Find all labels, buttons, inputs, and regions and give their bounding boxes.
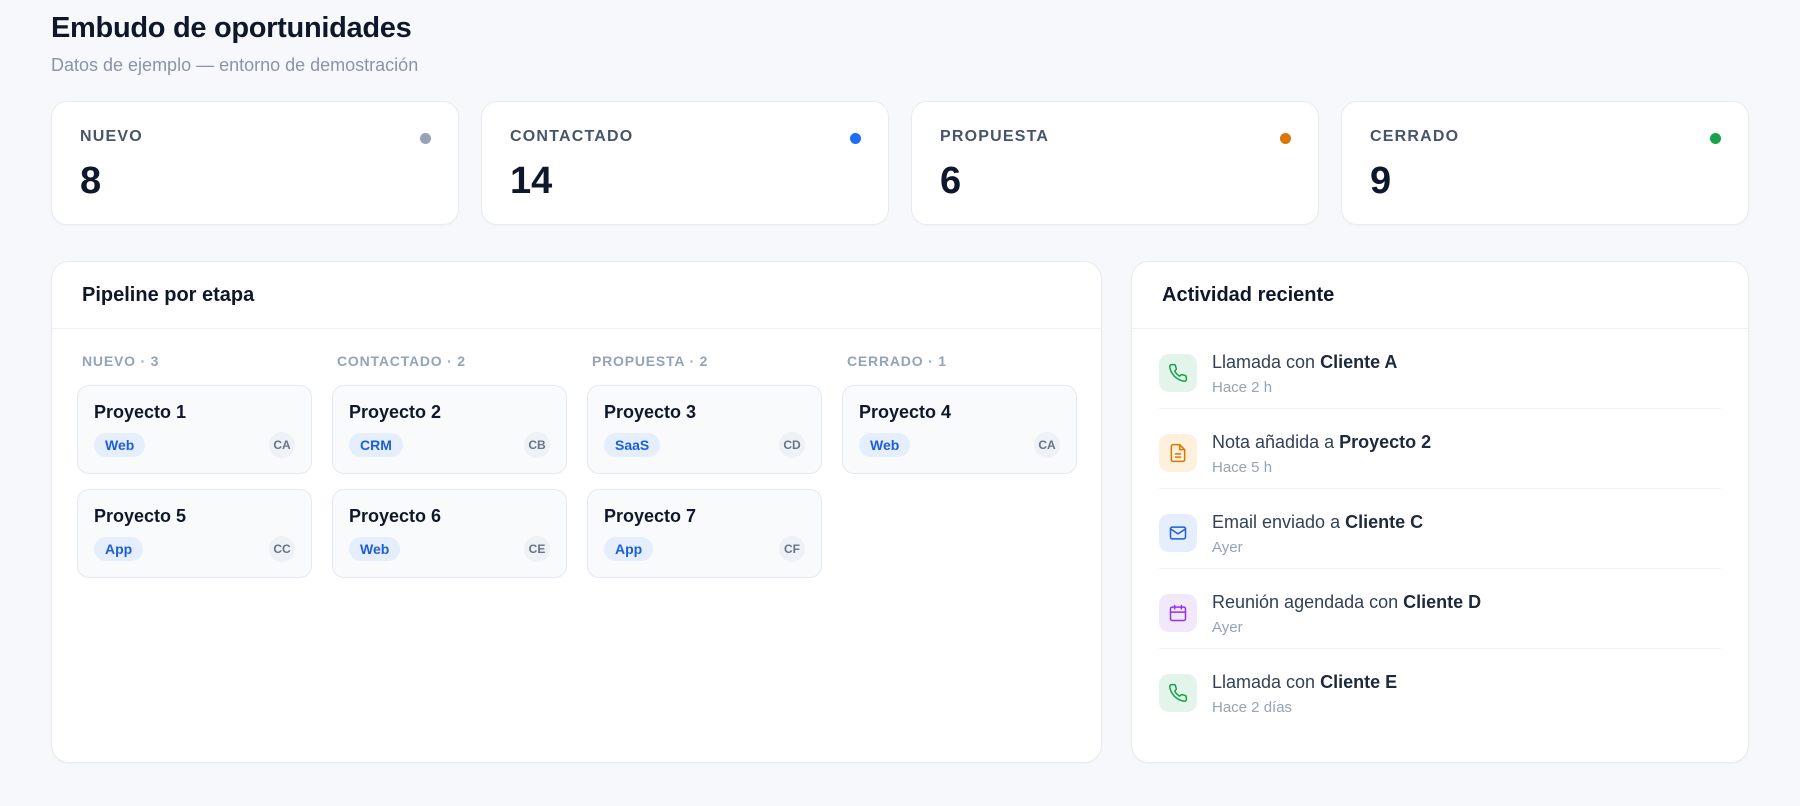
deal-tag: CRM [349, 433, 403, 457]
activity-item[interactable]: Reunión agendada con Cliente D Ayer [1159, 569, 1721, 649]
stat-value: 8 [80, 160, 102, 202]
activity-time: Ayer [1212, 619, 1243, 636]
activity-title: Actividad reciente [1162, 283, 1335, 306]
avatar: CA [1034, 432, 1060, 458]
deal-title: Proyecto 2 [349, 402, 442, 422]
activity-item[interactable]: Llamada con Cliente E Hace 2 días [1159, 649, 1721, 729]
column-header: PROPUESTA · 2 [592, 353, 709, 369]
deal-card[interactable]: Proyecto 1 Web CA [77, 385, 312, 474]
status-dot [1280, 133, 1291, 144]
activity-list: Llamada con Cliente A Hace 2 h Nota añad… [1132, 329, 1748, 729]
pipeline-panel: Pipeline por etapa NUEVO · 3 Proyecto 1 … [51, 261, 1102, 763]
page-title: Embudo de oportunidades [51, 12, 412, 44]
calendar-icon [1159, 594, 1197, 632]
deal-title: Proyecto 3 [604, 402, 697, 422]
activity-time: Ayer [1212, 539, 1243, 556]
activity-text: Email enviado a Cliente C [1212, 512, 1424, 532]
page-header: Embudo de oportunidades Datos de ejemplo… [51, 12, 418, 76]
deal-tag: App [604, 537, 654, 561]
deal-card[interactable]: Proyecto 7 App CF [587, 489, 822, 578]
status-dot [420, 133, 431, 144]
deal-card[interactable]: Proyecto 2 CRM CB [332, 385, 567, 474]
deal-tag: Web [859, 433, 911, 457]
deal-title: Proyecto 4 [859, 402, 952, 422]
document-icon [1159, 434, 1197, 472]
avatar: CC [269, 536, 295, 562]
pipeline-column-contactado: CONTACTADO · 2 Proyecto 2 CRM CB Proyect… [332, 353, 567, 578]
stat-label: CERRADO [1370, 128, 1460, 145]
avatar: CD [779, 432, 805, 458]
deal-tag: Web [349, 537, 401, 561]
deal-title: Proyecto 5 [94, 506, 187, 526]
avatar: CB [524, 432, 550, 458]
deal-title: Proyecto 1 [94, 402, 187, 422]
stat-value: 6 [940, 160, 962, 202]
stat-value: 9 [1370, 160, 1392, 202]
pipeline-column-nuevo: NUEVO · 3 Proyecto 1 Web CA Proyecto 5 A… [77, 353, 312, 578]
pipeline-columns: NUEVO · 3 Proyecto 1 Web CA Proyecto 5 A… [52, 329, 1101, 578]
stat-label: PROPUESTA [940, 128, 1050, 145]
avatar: CF [779, 536, 805, 562]
stat-label: NUEVO [80, 128, 143, 145]
activity-panel: Actividad reciente Llamada con Cliente A… [1131, 261, 1749, 763]
deal-title: Proyecto 7 [604, 506, 697, 526]
mail-icon [1159, 514, 1197, 552]
stat-card-propuesta: PROPUESTA 6 [911, 101, 1319, 225]
activity-text: Nota añadida a Proyecto 2 [1212, 432, 1432, 452]
status-dot [850, 133, 861, 144]
pipeline-column-propuesta: PROPUESTA · 2 Proyecto 3 SaaS CD Proyect… [587, 353, 822, 578]
column-header: CERRADO · 1 [847, 353, 947, 369]
activity-item[interactable]: Email enviado a Cliente C Ayer [1159, 489, 1721, 569]
pipeline-column-cerrado: CERRADO · 1 Proyecto 4 Web CA [842, 353, 1077, 578]
column-header: NUEVO · 3 [82, 353, 160, 369]
deal-tag: Web [94, 433, 146, 457]
activity-text: Llamada con Cliente E [1212, 672, 1398, 692]
activity-time: Hace 2 h [1212, 379, 1273, 396]
stat-card-nuevo: NUEVO 8 [51, 101, 459, 225]
column-header: CONTACTADO · 2 [337, 353, 466, 369]
stats-row: NUEVO 8 CONTACTADO 14 PROPUESTA 6 CERRAD… [51, 101, 1749, 225]
status-dot [1710, 133, 1721, 144]
activity-text: Reunión agendada con Cliente D [1212, 592, 1482, 612]
deal-card[interactable]: Proyecto 5 App CC [77, 489, 312, 578]
deal-card[interactable]: Proyecto 6 Web CE [332, 489, 567, 578]
deal-title: Proyecto 6 [349, 506, 442, 526]
activity-header: Actividad reciente [1132, 262, 1748, 329]
activity-item[interactable]: Nota añadida a Proyecto 2 Hace 5 h [1159, 409, 1721, 489]
phone-icon [1159, 354, 1197, 392]
avatar: CE [524, 536, 550, 562]
pipeline-title: Pipeline por etapa [82, 283, 255, 306]
pipeline-header: Pipeline por etapa [52, 262, 1101, 329]
activity-item[interactable]: Llamada con Cliente A Hace 2 h [1159, 329, 1721, 409]
phone-icon [1159, 674, 1197, 712]
deal-card[interactable]: Proyecto 3 SaaS CD [587, 385, 822, 474]
deal-tag: SaaS [604, 433, 661, 457]
deal-card[interactable]: Proyecto 4 Web CA [842, 385, 1077, 474]
activity-time: Hace 2 días [1212, 699, 1293, 716]
deal-tag: App [94, 537, 144, 561]
page-subtitle: Datos de ejemplo — entorno de demostraci… [51, 55, 419, 75]
stat-value: 14 [510, 160, 553, 202]
activity-time: Hace 5 h [1212, 459, 1273, 476]
stat-label: CONTACTADO [510, 128, 634, 145]
activity-text: Llamada con Cliente A [1212, 352, 1398, 372]
stat-card-cerrado: CERRADO 9 [1341, 101, 1749, 225]
stat-card-contactado: CONTACTADO 14 [481, 101, 889, 225]
avatar: CA [269, 432, 295, 458]
